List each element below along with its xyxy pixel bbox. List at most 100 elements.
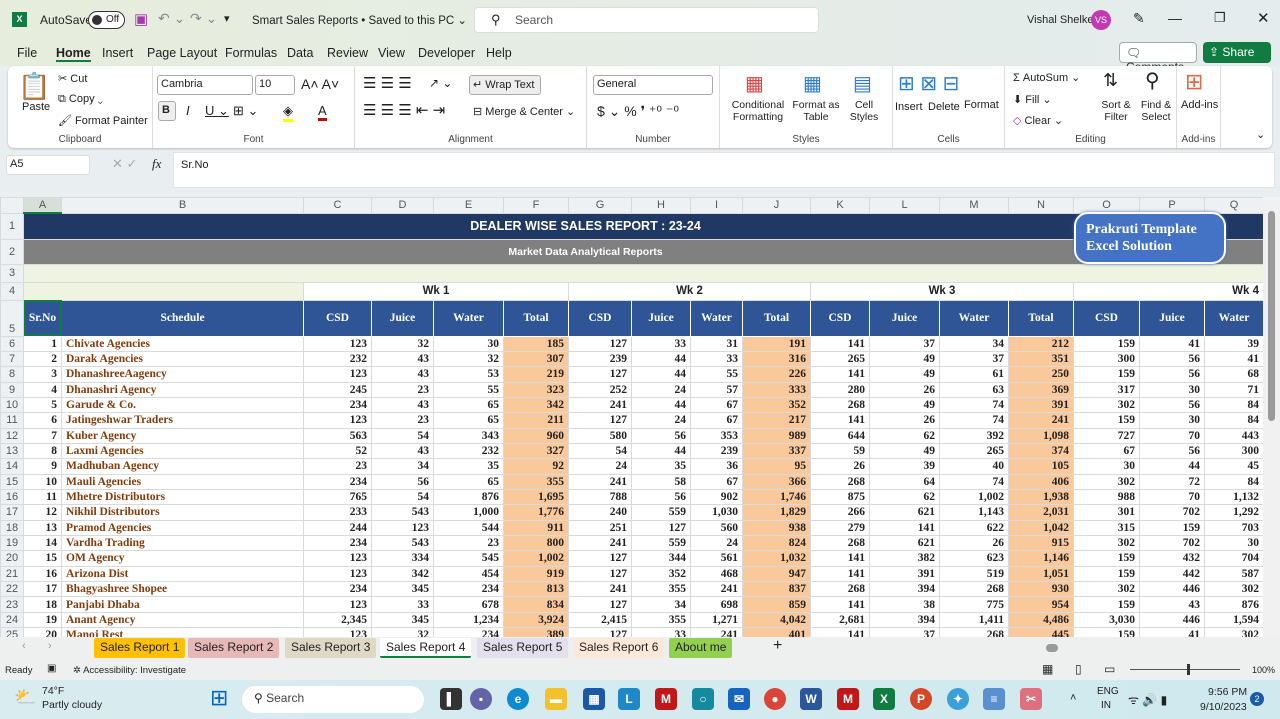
total-cell[interactable]: 1,098 [1008, 427, 1074, 444]
sr-no-cell[interactable]: 15 [23, 550, 62, 567]
total-cell[interactable]: 211 [503, 412, 569, 429]
value-cell[interactable]: 234 [303, 534, 372, 552]
column-header[interactable]: H [631, 197, 691, 214]
merge-center-button[interactable]: ⊟ Merge & Center ⌄ [473, 105, 575, 118]
value-cell[interactable]: 65 [433, 473, 504, 490]
row-header[interactable]: 22 [0, 580, 24, 598]
fx-icon[interactable]: fx [152, 156, 161, 172]
sr-no-cell[interactable]: 4 [23, 381, 62, 398]
value-cell[interactable]: 127 [568, 366, 632, 383]
value-cell[interactable]: 1,271 [690, 611, 743, 629]
value-cell[interactable]: 233 [303, 504, 372, 521]
find-select-button[interactable]: Find & Select [1137, 99, 1175, 123]
sr-no-cell[interactable]: 8 [23, 442, 62, 460]
dealer-name-cell[interactable]: Anant Agency [61, 611, 304, 629]
total-cell[interactable]: 960 [503, 427, 569, 444]
currency-icon[interactable]: $ ⌄ % ❜ ⁺⁰ ⁻⁰ [597, 103, 679, 120]
column-header[interactable]: G [568, 197, 632, 214]
total-cell[interactable]: 389 [503, 627, 569, 637]
value-cell[interactable]: 1,143 [939, 504, 1009, 521]
column-header[interactable]: F [503, 197, 569, 214]
value-cell[interactable]: 454 [433, 565, 504, 583]
borders-icon[interactable]: ⊞ ⌄ [233, 103, 258, 119]
value-cell[interactable]: 232 [433, 442, 504, 460]
row-header[interactable]: 20 [0, 550, 24, 567]
value-cell[interactable]: 1,594 [1204, 611, 1263, 629]
total-cell[interactable]: 391 [1008, 396, 1074, 414]
value-cell[interactable]: 268 [810, 473, 870, 490]
total-cell[interactable]: 1,002 [503, 550, 569, 567]
total-cell[interactable]: 369 [1008, 381, 1074, 398]
value-cell[interactable]: 561 [690, 550, 743, 567]
value-cell[interactable]: 61 [939, 366, 1009, 383]
column-header[interactable]: J [742, 197, 811, 214]
column-header[interactable]: D [371, 197, 434, 214]
total-cell[interactable]: 1,746 [742, 488, 811, 506]
teams-icon[interactable]: ▪ [470, 688, 492, 710]
row-header[interactable]: 6 [0, 335, 24, 352]
minimize-icon[interactable]: — [1168, 10, 1182, 26]
row-header[interactable]: 16 [0, 488, 24, 506]
value-cell[interactable]: 35 [631, 458, 691, 475]
total-cell[interactable]: 859 [742, 596, 811, 613]
customize-qat-icon[interactable]: ▾ [224, 12, 230, 25]
value-cell[interactable]: 59 [810, 442, 870, 460]
delete-button[interactable]: Delete [928, 101, 960, 113]
value-cell[interactable]: 268 [939, 627, 1009, 637]
value-cell[interactable]: 67 [690, 396, 743, 414]
column-title[interactable]: CSD [1073, 299, 1140, 337]
notepad-icon[interactable]: ≡ [983, 688, 1005, 710]
sr-no-cell[interactable]: 17 [23, 580, 62, 598]
row-header[interactable]: 23 [0, 596, 24, 613]
fill-button[interactable]: ⬇ Fill ⌄ [1013, 93, 1052, 106]
value-cell[interactable]: 355 [631, 580, 691, 598]
value-cell[interactable]: 580 [568, 427, 632, 444]
column-title[interactable]: CSD [810, 299, 870, 337]
week-header[interactable]: Wk 4 [1073, 281, 1263, 301]
total-cell[interactable]: 333 [742, 381, 811, 398]
column-title[interactable]: Juice [631, 299, 691, 337]
value-cell[interactable]: 159 [1073, 627, 1140, 637]
value-cell[interactable]: 74 [939, 396, 1009, 414]
macro-icon[interactable]: ▣ [47, 663, 56, 674]
mcafee2-icon[interactable]: M [837, 688, 859, 710]
value-cell[interactable]: 442 [1139, 565, 1205, 583]
file-explorer-icon[interactable]: ▬ [545, 688, 567, 710]
cell-styles-icon[interactable]: ▤ [853, 71, 872, 96]
tab-data[interactable]: Data [287, 46, 313, 60]
value-cell[interactable]: 67 [690, 412, 743, 429]
value-cell[interactable]: 63 [939, 381, 1009, 398]
value-cell[interactable]: 765 [303, 488, 372, 506]
sr-no-cell[interactable]: 7 [23, 427, 62, 444]
column-header[interactable]: A [23, 197, 62, 214]
value-cell[interactable]: 141 [810, 565, 870, 583]
row-header[interactable]: 14 [0, 458, 24, 475]
value-cell[interactable]: 345 [371, 580, 434, 598]
total-cell[interactable]: 95 [742, 458, 811, 475]
font-color-icon[interactable]: A [318, 103, 327, 121]
value-cell[interactable]: 703 [1204, 519, 1263, 536]
value-cell[interactable]: 1,002 [939, 488, 1009, 506]
weather-icon[interactable]: ⛅ [14, 687, 36, 708]
total-cell[interactable]: 92 [503, 458, 569, 475]
value-cell[interactable]: 32 [433, 350, 504, 368]
total-cell[interactable]: 1,032 [742, 550, 811, 567]
value-cell[interactable]: 34 [939, 335, 1009, 352]
value-cell[interactable]: 159 [1139, 519, 1205, 536]
row-header[interactable]: 19 [0, 534, 24, 552]
total-cell[interactable]: 212 [1008, 335, 1074, 352]
sr-no-cell[interactable]: 13 [23, 519, 62, 536]
sr-no-cell[interactable]: 5 [23, 396, 62, 414]
autosum-button[interactable]: Σ AutoSum ⌄ [1013, 71, 1080, 84]
column-title[interactable]: Total [503, 299, 569, 337]
value-cell[interactable]: 141 [810, 335, 870, 352]
value-cell[interactable]: 37 [939, 350, 1009, 368]
value-cell[interactable]: 123 [303, 596, 372, 613]
column-header[interactable]: K [810, 197, 870, 214]
total-cell[interactable]: 323 [503, 381, 569, 398]
sr-no-cell[interactable]: 12 [23, 504, 62, 521]
maps-icon[interactable]: ✦ [947, 688, 969, 710]
value-cell[interactable]: 302 [1073, 473, 1140, 490]
value-cell[interactable]: 30 [1139, 381, 1205, 398]
row-header[interactable]: 18 [0, 519, 24, 536]
